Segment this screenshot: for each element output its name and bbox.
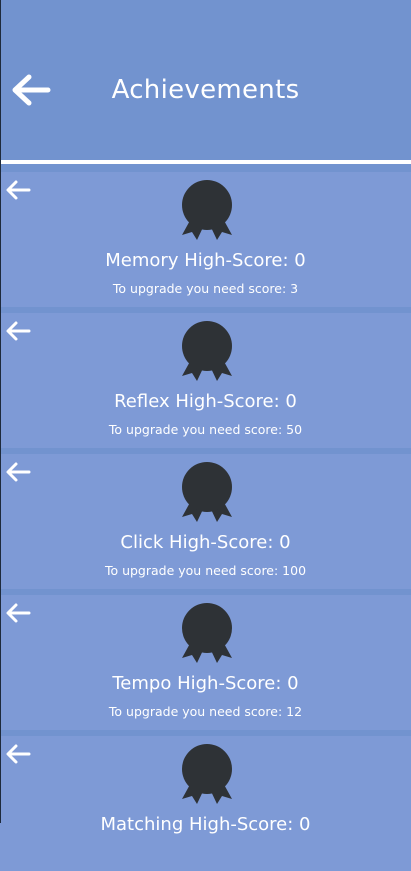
high-score-label: Click High-Score: 0 [120, 532, 291, 553]
card-back-button[interactable] [5, 602, 31, 624]
high-score-label: Matching High-Score: 0 [100, 814, 311, 835]
arrow-left-icon [6, 180, 31, 200]
card-back-button[interactable] [5, 179, 31, 201]
achievement-card-memory: Memory High-Score: 0 To upgrade you need… [0, 172, 411, 307]
achievement-list: Memory High-Score: 0 To upgrade you need… [0, 164, 411, 871]
high-score-label: Tempo High-Score: 0 [112, 673, 299, 694]
achievement-card-reflex: Reflex High-Score: 0 To upgrade you need… [0, 313, 411, 448]
arrow-left-icon [6, 603, 31, 623]
high-score-label: Memory High-Score: 0 [105, 250, 306, 271]
arrow-left-icon [6, 321, 31, 341]
card-back-button[interactable] [5, 320, 31, 342]
page-title: Achievements [111, 75, 300, 105]
app-bar: Achievements [0, 0, 411, 160]
achievement-card-click: Click High-Score: 0 To upgrade you need … [0, 454, 411, 589]
arrow-left-icon [6, 462, 31, 482]
card-back-button[interactable] [5, 743, 31, 765]
award-badge-icon [182, 321, 232, 381]
upgrade-requirement: To upgrade you need score: 100 [104, 563, 307, 578]
achievement-card-tempo: Tempo High-Score: 0 To upgrade you need … [0, 595, 411, 730]
upgrade-requirement: To upgrade you need score: 3 [112, 281, 299, 296]
award-badge-icon [182, 603, 232, 663]
achievement-card-matching: Matching High-Score: 0 [0, 736, 411, 871]
window-edge [0, 0, 1, 823]
award-badge-icon [182, 744, 232, 804]
high-score-label: Reflex High-Score: 0 [114, 391, 297, 412]
award-badge-icon [182, 180, 232, 240]
upgrade-requirement: To upgrade you need score: 12 [108, 704, 303, 719]
card-back-button[interactable] [5, 461, 31, 483]
upgrade-requirement: To upgrade you need score: 50 [108, 422, 303, 437]
award-badge-icon [182, 462, 232, 522]
arrow-left-icon [6, 744, 31, 764]
